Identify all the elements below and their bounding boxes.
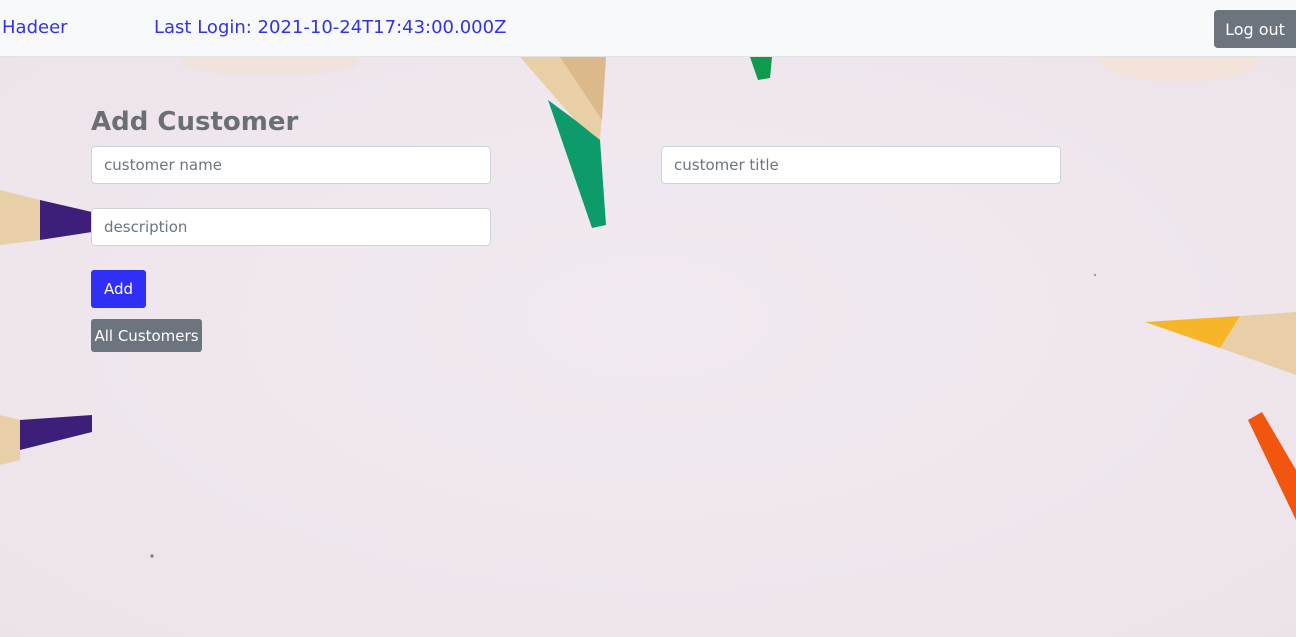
customer-title-input[interactable] [661, 146, 1061, 184]
brand-link[interactable]: Hadeer [2, 17, 68, 39]
top-navbar: Hadeer Last Login: 2021-10-24T17:43:00.0… [0, 0, 1296, 57]
all-customers-button[interactable]: All Customers [91, 319, 202, 352]
customer-name-input[interactable] [91, 146, 491, 184]
page-title: Add Customer [91, 107, 299, 137]
add-customer-form: Add Customer Add All Customers [0, 0, 1296, 637]
last-login-text: Last Login: 2021-10-24T17:43:00.000Z [154, 17, 507, 38]
add-button[interactable]: Add [91, 270, 146, 308]
logout-button[interactable]: Log out [1214, 10, 1296, 48]
description-input[interactable] [91, 208, 491, 246]
